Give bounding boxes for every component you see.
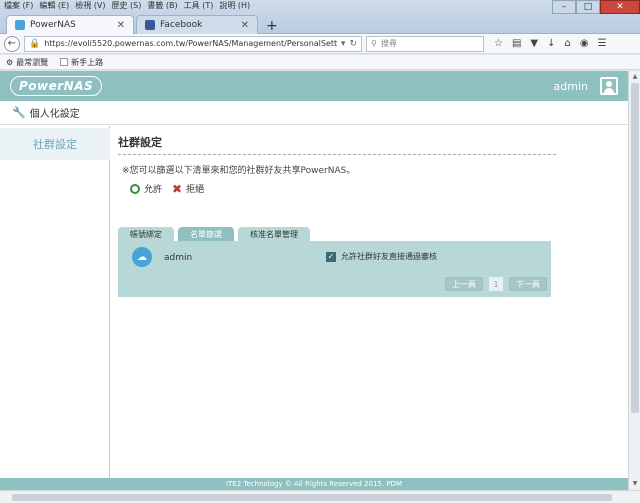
prev-page-button[interactable]: 上一頁 [445, 277, 483, 291]
gear-icon: ⚙ [6, 57, 14, 67]
menu-file[interactable]: 檔案 (F) [4, 0, 33, 12]
pocket-icon[interactable]: ▼ [530, 38, 538, 49]
bookmarks-bar: ⚙ 最常瀏覽 新手上路 [0, 55, 640, 70]
toolbar-icons: ☆ ▤ ▼ ↓ ⌂ ◉ ☰ [494, 38, 607, 49]
close-tab-icon[interactable]: ✕ [241, 20, 249, 31]
settings-tabs: 帳號綁定 名單篩選 核准名單管理 [118, 227, 588, 241]
tab-label: Facebook [160, 20, 203, 30]
allow-circle-icon [130, 183, 140, 194]
allow-deny-choices: 允許 ✖ 拒絕 [118, 182, 588, 195]
account-name: admin [164, 253, 193, 263]
lock-icon: 🔒 [29, 38, 41, 49]
deny-option[interactable]: ✖ 拒絕 [172, 181, 205, 196]
tab-list-filter[interactable]: 名單篩選 [178, 227, 234, 241]
tab-approved-list[interactable]: 核准名單管理 [238, 227, 310, 241]
horizontal-scrollbar[interactable] [0, 490, 640, 503]
cloud-icon: ☁ [132, 247, 152, 267]
allow-option[interactable]: 允許 [130, 182, 162, 195]
chevron-down-icon[interactable]: ▾ [341, 39, 346, 49]
menu-view[interactable]: 檢視 (V) [75, 0, 105, 12]
menu-history[interactable]: 歷史 (S) [112, 0, 142, 12]
clipboard-icon[interactable]: ▤ [512, 38, 521, 49]
search-icon: ⚲ [371, 39, 377, 48]
app-viewport: PowerNAS admin 🔧 個人化設定 社群設定 社群設定 ※您可以篩選以… [0, 71, 628, 490]
close-window-button[interactable]: ✕ [600, 0, 640, 14]
scroll-thumb[interactable] [12, 494, 612, 501]
deny-label: 拒絕 [186, 185, 205, 195]
back-button[interactable]: ← [4, 35, 20, 52]
section-title: 社群設定 [118, 126, 556, 155]
browser-title-bar: 檔案 (F) 編輯 (E) 檢視 (V) 歷史 (S) 書籤 (B) 工具 (T… [0, 0, 640, 34]
tab-label: PowerNAS [30, 20, 76, 30]
footer: ITE2 Technology © All Rights Reserved 20… [0, 478, 628, 490]
browser-tabs: PowerNAS ✕ Facebook ✕ + [6, 14, 284, 34]
menu-help[interactable]: 說明 (H) [219, 0, 250, 12]
app-header: PowerNAS admin [0, 71, 628, 101]
description-text: ※您可以篩選以下清單來和您的社群好友共享PowerNAS。 [122, 166, 356, 176]
bookmark-getting-started[interactable]: 新手上路 [60, 57, 103, 68]
menu-icon[interactable]: ☰ [598, 38, 607, 49]
tab-powernas[interactable]: PowerNAS ✕ [6, 15, 134, 34]
powernas-favicon-icon [15, 20, 25, 30]
facebook-favicon-icon [145, 20, 155, 30]
tab-facebook[interactable]: Facebook ✕ [136, 15, 258, 34]
deny-x-icon: ✖ [172, 181, 183, 196]
download-icon[interactable]: ↓ [547, 38, 555, 49]
search-placeholder: 搜尋 [380, 39, 397, 48]
reload-icon[interactable]: ↻ [349, 39, 357, 49]
page-icon [60, 58, 69, 66]
checkbox-checked-icon[interactable]: ✓ [326, 251, 336, 262]
menu-bookmarks[interactable]: 書籤 (B) [147, 0, 177, 12]
scroll-up-icon[interactable]: ▲ [631, 73, 639, 81]
pagination: 上一頁 1 下一頁 [445, 277, 547, 291]
allow-label: 允許 [144, 185, 163, 195]
menu-edit[interactable]: 編輯 (E) [39, 0, 69, 12]
header-user: admin [554, 77, 618, 95]
username-label[interactable]: admin [554, 80, 588, 93]
breadcrumb: 🔧 個人化設定 [0, 101, 628, 125]
auto-approve-checkbox[interactable]: ✓ 允許社群好友直接通過審核 [326, 251, 437, 262]
tools-icon: 🔧 [12, 106, 26, 119]
vertical-scrollbar[interactable]: ▲ ▼ [628, 71, 640, 490]
powernas-logo[interactable]: PowerNAS [10, 76, 103, 96]
bookmark-most-visited[interactable]: ⚙ 最常瀏覽 [6, 57, 48, 68]
filter-panel: ☁ admin ✓ 允許社群好友直接通過審核 上一頁 1 下一頁 [118, 241, 551, 297]
breadcrumb-title: 個人化設定 [29, 109, 80, 120]
next-page-button[interactable]: 下一頁 [509, 277, 547, 291]
maximize-button[interactable]: □ [576, 0, 600, 14]
checkbox-label: 允許社群好友直接通過審核 [341, 252, 437, 261]
user-avatar-icon[interactable] [600, 77, 618, 95]
current-page[interactable]: 1 [489, 277, 503, 291]
chat-icon[interactable]: ◉ [580, 38, 589, 49]
window-controls: – □ ✕ [552, 0, 640, 14]
bookmark-label: 新手上路 [71, 57, 104, 67]
menu-tools[interactable]: 工具 (T) [184, 0, 214, 12]
url-text: https://evoli5520.powernas.com.tw/PowerN… [44, 39, 337, 48]
minimize-button[interactable]: – [552, 0, 576, 14]
close-tab-icon[interactable]: ✕ [117, 20, 125, 31]
tab-account-binding[interactable]: 帳號綁定 [118, 227, 174, 241]
sidebar: 社群設定 [0, 126, 110, 490]
browser-menu-bar: 檔案 (F) 編輯 (E) 檢視 (V) 歷史 (S) 書籤 (B) 工具 (T… [4, 0, 250, 12]
bookmark-label: 最常瀏覽 [16, 57, 49, 67]
scroll-down-icon[interactable]: ▼ [631, 480, 639, 488]
main-content: 社群設定 ※您可以篩選以下清單來和您的社群好友共享PowerNAS。 允許 ✖ … [118, 126, 588, 297]
browser-nav-bar: ← 🔒 https://evoli5520.powernas.com.tw/Po… [0, 34, 640, 54]
scroll-thumb[interactable] [631, 83, 639, 413]
new-tab-button[interactable]: + [260, 18, 284, 34]
url-bar[interactable]: 🔒 https://evoli5520.powernas.com.tw/Powe… [24, 35, 362, 52]
home-icon[interactable]: ⌂ [565, 38, 571, 49]
bookmark-star-icon[interactable]: ☆ [494, 38, 503, 49]
sidebar-item-social-settings[interactable]: 社群設定 [0, 128, 110, 160]
search-input[interactable]: ⚲ 搜尋 [366, 35, 484, 52]
